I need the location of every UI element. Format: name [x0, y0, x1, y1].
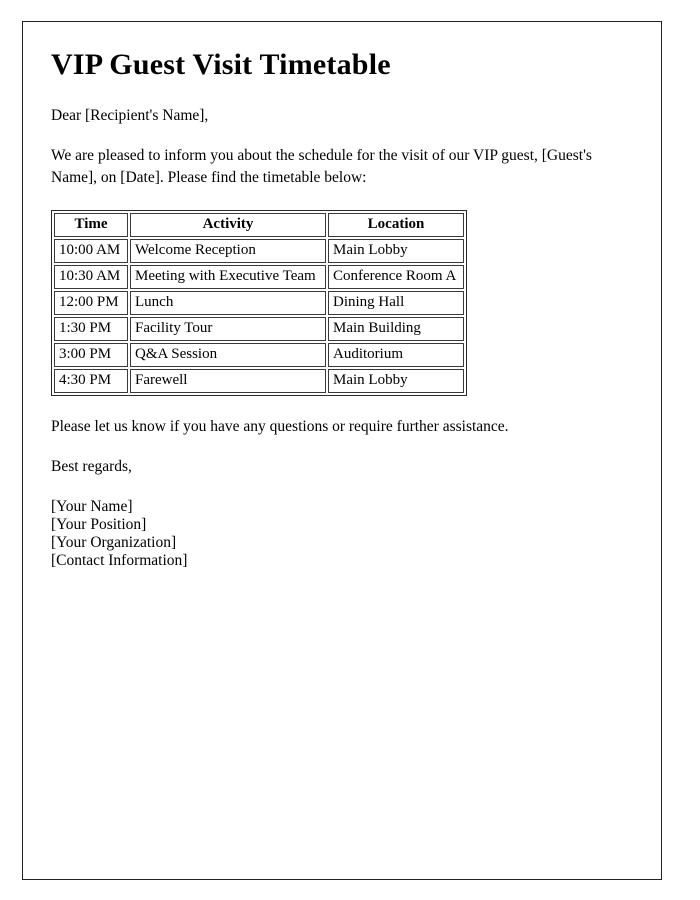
column-header-location: Location: [328, 212, 464, 237]
cell-activity: Meeting with Executive Team: [130, 264, 326, 289]
cell-time: 1:30 PM: [54, 316, 128, 341]
signature-organization: [Your Organization]: [51, 534, 177, 552]
timetable: Time Activity Location 10:00 AM Welcome …: [51, 209, 467, 396]
document-body: VIP Guest Visit Timetable Dear [Recipien…: [23, 22, 661, 571]
signature-name: [Your Name]: [51, 497, 133, 515]
table-row: 4:30 PM Farewell Main Lobby: [54, 368, 464, 393]
cell-location: Main Lobby: [328, 238, 464, 263]
table-header-row: Time Activity Location: [54, 212, 464, 237]
cell-activity: Welcome Reception: [130, 238, 326, 263]
cell-time: 3:00 PM: [54, 342, 128, 367]
cell-time: 10:00 AM: [54, 238, 128, 263]
signature-position: [Your Position]: [51, 515, 147, 533]
cell-activity: Farewell: [130, 368, 326, 393]
cell-location: Main Building: [328, 316, 464, 341]
regards-text: Best regards,: [51, 457, 132, 475]
intro-paragraph: We are pleased to inform you about the s…: [51, 146, 592, 186]
closing-paragraph: Please let us know if you have any quest…: [51, 417, 509, 435]
signature-block: [Your Name] [Your Position] [Your Organi…: [51, 498, 633, 571]
table-row: 1:30 PM Facility Tour Main Building: [54, 316, 464, 341]
salutation-text: Dear [Recipient's Name],: [51, 106, 209, 124]
table-row: 12:00 PM Lunch Dining Hall: [54, 290, 464, 315]
cell-time: 10:30 AM: [54, 264, 128, 289]
cell-location: Dining Hall: [328, 290, 464, 315]
document-page: VIP Guest Visit Timetable Dear [Recipien…: [22, 21, 662, 880]
cell-time: 12:00 PM: [54, 290, 128, 315]
signature-contact: [Contact Information]: [51, 552, 188, 570]
timetable-body: 10:00 AM Welcome Reception Main Lobby 10…: [54, 238, 464, 393]
column-header-time: Time: [54, 212, 128, 237]
cell-location: Conference Room A: [328, 264, 464, 289]
cell-time: 4:30 PM: [54, 368, 128, 393]
page-title: VIP Guest Visit Timetable: [51, 48, 391, 81]
table-row: 3:00 PM Q&A Session Auditorium: [54, 342, 464, 367]
column-header-activity: Activity: [130, 212, 326, 237]
cell-activity: Facility Tour: [130, 316, 326, 341]
table-row: 10:30 AM Meeting with Executive Team Con…: [54, 264, 464, 289]
cell-location: Auditorium: [328, 342, 464, 367]
table-row: 10:00 AM Welcome Reception Main Lobby: [54, 238, 464, 263]
cell-activity: Lunch: [130, 290, 326, 315]
cell-location: Main Lobby: [328, 368, 464, 393]
cell-activity: Q&A Session: [130, 342, 326, 367]
